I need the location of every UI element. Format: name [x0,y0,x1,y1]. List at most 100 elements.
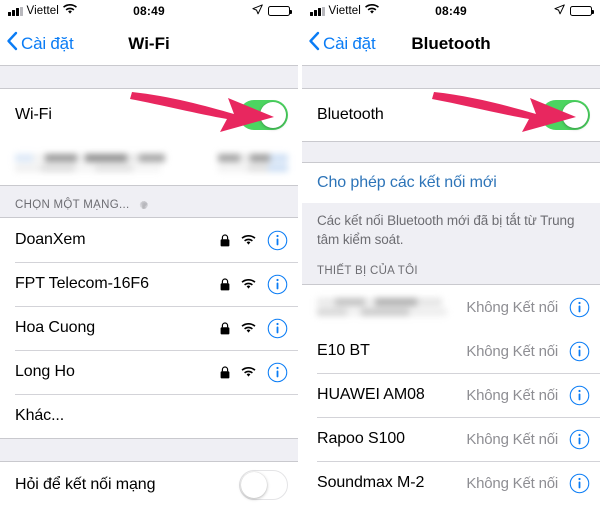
network-list-group: DoanXem FPT Telecom-16F6 Hoa Cuong Long … [0,217,298,439]
device-row-right: Không Kết nối [466,385,590,406]
dual-screenshot-container: Viettel 08:49 Cài đặt Wi-Fi Wi-Fi CHỌN M… [0,0,600,531]
ask-to-join-label: Hỏi để kết nối mạng [15,476,156,493]
bluetooth-description: Các kết nối Bluetooth mới đã bị tắt từ T… [302,203,600,262]
info-circle-icon[interactable] [569,341,590,362]
wifi-toggle-label: Wi-Fi [15,106,52,123]
ask-to-join-group: Hỏi để kết nối mạng [0,461,298,508]
lock-icon [220,365,230,379]
spacer [0,66,298,88]
ask-to-join-row[interactable]: Hỏi để kết nối mạng [0,462,298,508]
table-row[interactable]: Hoa Cuong [0,306,298,350]
network-name: DoanXem [15,231,86,248]
allow-new-connections-link[interactable]: Cho phép các kết nối mới [317,174,497,192]
wifi-toggle-switch[interactable] [239,100,288,130]
info-circle-icon[interactable] [267,362,288,383]
table-row[interactable]: DoanXem [0,218,298,262]
info-circle-icon[interactable] [267,318,288,339]
device-status: Không Kết nối [466,342,558,360]
my-devices-section-header: THIẾT BỊ CỦA TÔI [302,261,600,285]
bluetooth-toggle-right [541,100,590,130]
table-row[interactable]: Soundmax M-2 Không Kết nối [302,461,600,506]
info-circle-icon[interactable] [569,429,590,450]
device-status: Không Kết nối [466,386,558,404]
wifi-icon [241,366,256,378]
info-circle-icon[interactable] [569,473,590,494]
device-name: HUAWEI AM08 [317,386,425,404]
back-button[interactable]: Cài đặt [302,31,376,56]
table-row[interactable]: Rapoo S100 Không Kết nối [302,417,600,462]
activity-spinner-icon [136,198,149,211]
ask-to-join-toggle-switch[interactable] [239,470,288,500]
chevron-left-icon [6,31,18,56]
network-row-icons [220,274,288,295]
bluetooth-toggle-group: Bluetooth [302,88,600,142]
bluetooth-toggle-row[interactable]: Bluetooth [302,89,600,141]
back-button-label: Cài đặt [323,33,376,53]
battery-full-icon [268,5,292,17]
network-name: Khác... [15,407,65,424]
table-row[interactable]: HUAWEI AM08 Không Kết nối [302,373,600,418]
device-row-right: Không Kết nối [466,473,590,494]
navigation-bar: Cài đặt Bluetooth [302,22,600,66]
info-circle-icon[interactable] [267,274,288,295]
allow-new-connections-row[interactable]: Cho phép các kết nối mới [302,163,600,203]
table-row[interactable]: FPT Telecom-16F6 [0,262,298,306]
wifi-settings-screen: Viettel 08:49 Cài đặt Wi-Fi Wi-Fi CHỌN M… [0,0,298,531]
ask-to-join-right [239,470,288,500]
device-name: E10 BT [317,342,370,360]
network-row-icons [220,362,288,383]
network-row-icons [220,318,288,339]
network-name: Hoa Cuong [15,319,96,336]
censored-network-status [218,154,288,172]
status-bar-right [554,2,594,20]
spacer [302,66,600,88]
table-row[interactable]: Không Kết nối [302,285,600,330]
device-status: Không Kết nối [466,298,558,316]
wifi-toggle-group: Wi-Fi [0,88,298,186]
spacer [302,142,600,162]
censored-network-right [218,154,288,172]
device-status: Không Kết nối [466,430,558,448]
battery-full-icon [570,5,594,17]
table-row[interactable]: E10 BT Không Kết nối [302,329,600,374]
network-name: FPT Telecom-16F6 [15,275,149,292]
status-bar: Viettel 08:49 [0,0,298,22]
censored-network-name [15,154,165,172]
table-row[interactable]: Long Ho [0,350,298,394]
choose-network-label: CHỌN MỘT MẠNG... [15,198,130,211]
device-row-right: Không Kết nối [466,429,590,450]
lock-icon [220,277,230,291]
bluetooth-toggle-label: Bluetooth [317,106,384,123]
device-status: Không Kết nối [466,474,558,492]
choose-network-section-header: CHỌN MỘT MẠNG... [0,186,298,217]
device-row-right: Không Kết nối [466,297,590,318]
location-arrow-icon [554,2,565,20]
status-bar: Viettel 08:49 [302,0,600,22]
table-row[interactable]: Khác... [0,394,298,438]
network-name: Long Ho [15,363,75,380]
back-button[interactable]: Cài đặt [0,31,74,56]
navigation-bar: Cài đặt Wi-Fi [0,22,298,66]
back-button-label: Cài đặt [21,33,74,53]
device-row-right: Không Kết nối [466,341,590,362]
bluetooth-settings-screen: Viettel 08:49 Cài đặt Bluetooth Bluetoot… [302,0,600,531]
bluetooth-toggle-switch[interactable] [541,100,590,130]
my-devices-label: THIẾT BỊ CỦA TÔI [317,265,418,278]
chevron-left-icon [308,31,320,56]
device-list-group: Không Kết nối E10 BT Không Kết nối HUAWE… [302,284,600,506]
wifi-toggle-row[interactable]: Wi-Fi [0,89,298,141]
connected-network-row-censored[interactable] [0,141,298,185]
device-name: Soundmax M-2 [317,474,425,492]
wifi-toggle-right [239,100,288,130]
info-circle-icon[interactable] [267,230,288,251]
network-row-icons [220,230,288,251]
allow-connections-group: Cho phép các kết nối mới [302,162,600,203]
wifi-icon [241,278,256,290]
wifi-icon [241,322,256,334]
lock-icon [220,321,230,335]
status-bar-right [252,2,292,20]
info-circle-icon[interactable] [569,385,590,406]
lock-icon [220,233,230,247]
info-circle-icon[interactable] [569,297,590,318]
location-arrow-icon [252,2,263,20]
